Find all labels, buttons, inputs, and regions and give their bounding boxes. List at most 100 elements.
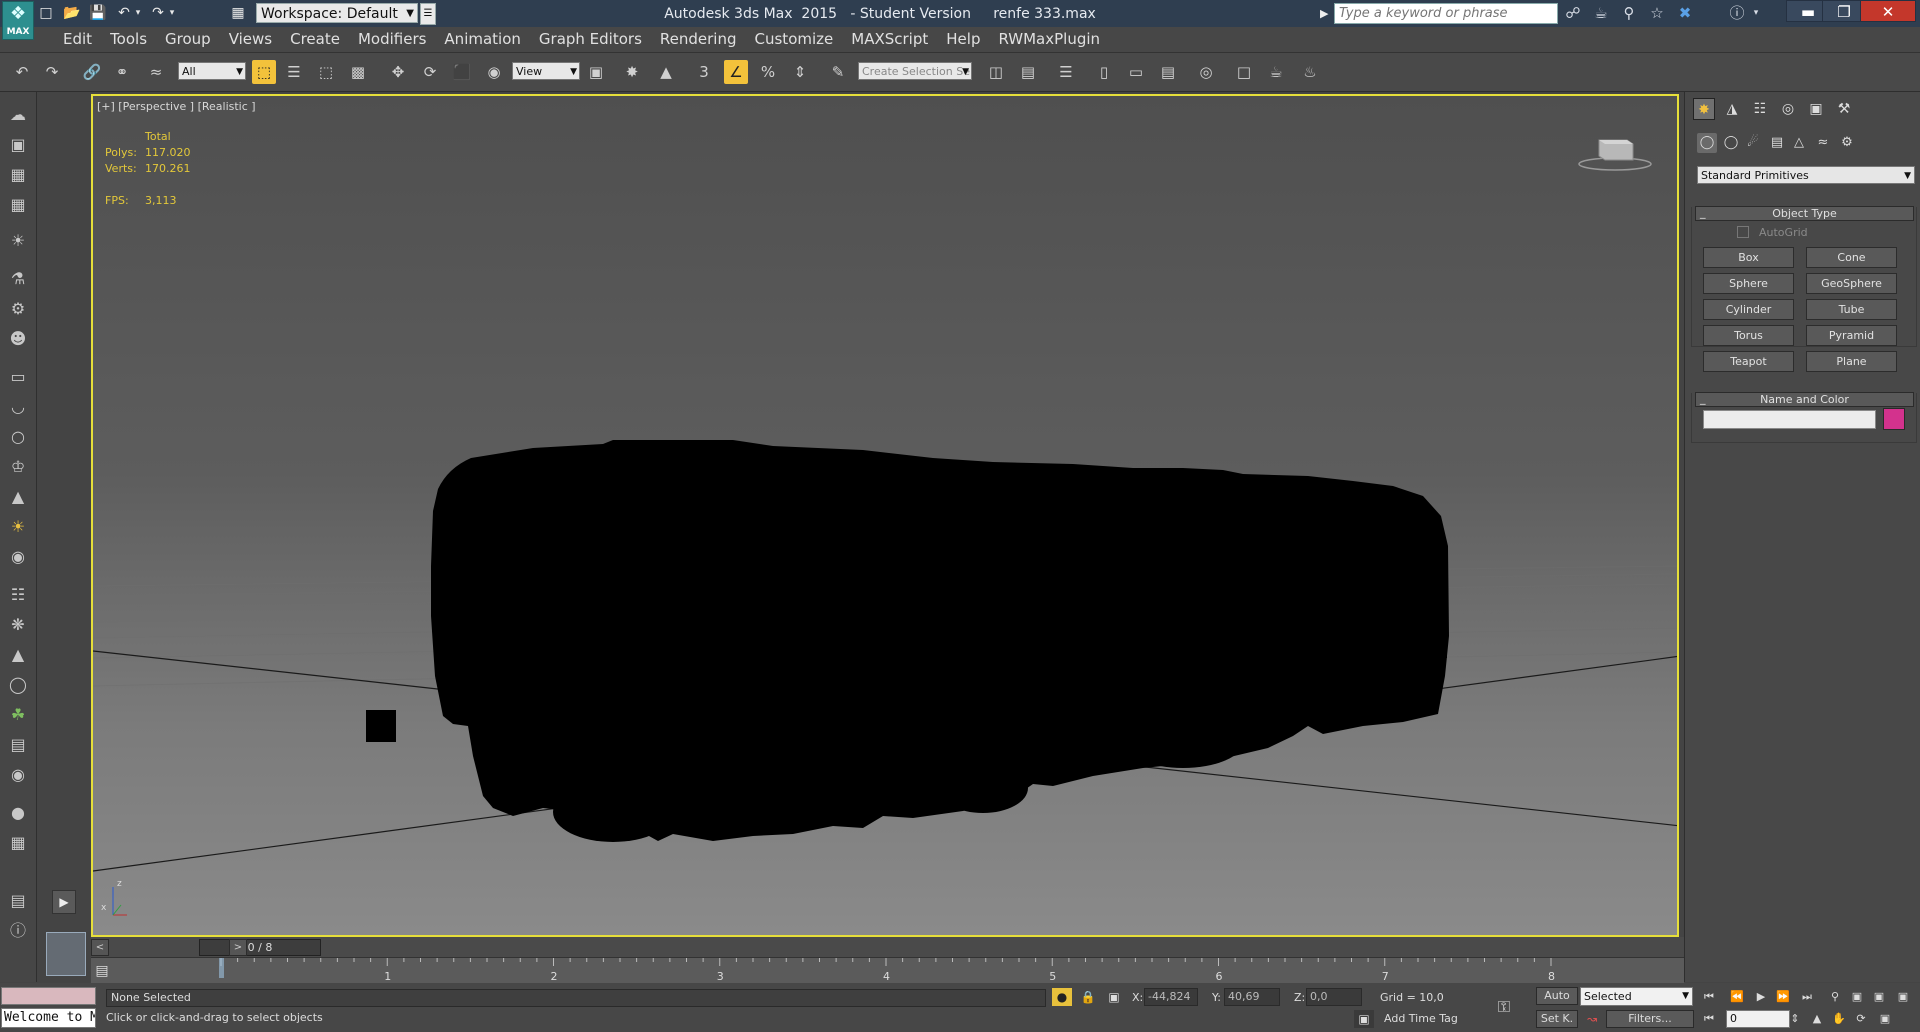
- keyboard-shortcut-override-icon[interactable]: ▲: [654, 60, 678, 84]
- menu-group[interactable]: Group: [156, 27, 220, 52]
- help-icon[interactable]: ⓘ: [1726, 3, 1748, 24]
- cylinder-button[interactable]: Cylinder: [1703, 299, 1794, 320]
- menu-views[interactable]: Views: [220, 27, 281, 52]
- name-color-rollout-header[interactable]: _ Name and Color: [1695, 392, 1914, 407]
- select-and-link-icon[interactable]: 🔗: [80, 60, 104, 84]
- fence-icon[interactable]: ☷: [5, 582, 31, 608]
- set-key-button[interactable]: Set K.: [1536, 1010, 1578, 1028]
- menu-edit[interactable]: Edit: [54, 27, 101, 52]
- selection-lock-icon[interactable]: 🔒: [1078, 988, 1098, 1006]
- current-frame-field[interactable]: 0: [1726, 1010, 1790, 1028]
- viewport-label-menu[interactable]: [+] [Perspective ] [Realistic ]: [97, 100, 256, 113]
- sphere-icon[interactable]: ○: [5, 424, 31, 450]
- space-warps-icon[interactable]: ≈: [1813, 133, 1833, 153]
- toggle-ribbon-icon[interactable]: ▯: [1092, 60, 1116, 84]
- object-color-swatch[interactable]: [1883, 408, 1905, 430]
- systems-icon[interactable]: ⚙: [1837, 133, 1857, 153]
- menu-graph-editors[interactable]: Graph Editors: [530, 27, 651, 52]
- search-input[interactable]: [1334, 3, 1558, 24]
- key-mode-icon[interactable]: ⏮: [1700, 1010, 1718, 1028]
- maxscript-listener-input[interactable]: Welcome to MAXScript.: [1, 1008, 96, 1028]
- orbit-icon[interactable]: ⟳: [1852, 1010, 1870, 1028]
- redo-dropdown-icon[interactable]: ▾: [166, 4, 178, 22]
- lights-icon[interactable]: ☄: [1743, 133, 1763, 153]
- plane-button[interactable]: Plane: [1806, 351, 1897, 372]
- utilities-tab-icon[interactable]: ⚒: [1833, 98, 1855, 120]
- redo-icon[interactable]: ↷: [40, 60, 64, 84]
- redo-icon[interactable]: ↷: [148, 4, 168, 22]
- mirror-icon[interactable]: ◫: [984, 60, 1008, 84]
- time-slider-thumb[interactable]: 0 / 8: [199, 939, 321, 956]
- box-button[interactable]: Box: [1703, 247, 1794, 268]
- sphere-button[interactable]: Sphere: [1703, 273, 1794, 294]
- viewcube-icon[interactable]: [1577, 132, 1653, 172]
- calculator-icon[interactable]: ▦: [5, 162, 31, 188]
- field-of-view-icon[interactable]: ▲: [1808, 1010, 1826, 1028]
- geometry-icon[interactable]: ◯: [1697, 133, 1717, 153]
- maxscript-listener-output[interactable]: [1, 987, 96, 1005]
- undo-icon[interactable]: ↶: [114, 4, 134, 22]
- save-file-icon[interactable]: 💾: [88, 4, 108, 22]
- autodesk-exchange-icon[interactable]: ✖: [1674, 3, 1696, 24]
- workspace-select[interactable]: Workspace: Default ▼: [256, 3, 418, 23]
- next-frame-icon[interactable]: >: [229, 939, 247, 956]
- zoom-all-icon[interactable]: ▣: [1848, 988, 1866, 1006]
- teapot-button[interactable]: Teapot: [1703, 351, 1794, 372]
- sun-icon[interactable]: ☀: [5, 514, 31, 540]
- cameras-icon[interactable]: ▤: [1767, 133, 1787, 153]
- key-filters-button[interactable]: Filters...: [1606, 1010, 1694, 1028]
- time-slider[interactable]: < 0 / 8 >: [91, 937, 1684, 957]
- maximize-viewport-icon[interactable]: ▣: [1876, 1010, 1894, 1028]
- add-time-tag-button[interactable]: Add Time Tag: [1384, 1012, 1458, 1025]
- menu-rendering[interactable]: Rendering: [651, 27, 746, 52]
- bind-to-space-warp-icon[interactable]: ≈: [144, 60, 168, 84]
- light-icon[interactable]: ☀: [5, 228, 31, 254]
- key-filter-select[interactable]: Selected ▼: [1580, 987, 1693, 1006]
- autogrid-checkbox[interactable]: AutoGrid: [1737, 226, 1808, 239]
- foliage-icon[interactable]: ☘: [5, 702, 31, 728]
- play-flyout-button[interactable]: ▶: [52, 890, 76, 914]
- open-file-icon[interactable]: 📂: [62, 4, 82, 22]
- reference-coordinate-select[interactable]: View ▼: [512, 62, 580, 80]
- go-to-end-icon[interactable]: ⏭: [1798, 988, 1816, 1006]
- rectangular-selection-icon[interactable]: ⬚: [314, 60, 338, 84]
- helpers-icon[interactable]: △: [1789, 133, 1809, 153]
- close-button[interactable]: ✕: [1860, 0, 1916, 22]
- go-to-start-icon[interactable]: ⏮: [1700, 988, 1718, 1006]
- z-coord-field[interactable]: 0,0: [1306, 988, 1362, 1006]
- help-icon[interactable]: ⓘ: [5, 918, 31, 944]
- next-key-icon[interactable]: ⏩: [1774, 988, 1792, 1006]
- new-file-icon[interactable]: □: [36, 4, 56, 22]
- skin-icon[interactable]: ⚙: [5, 296, 31, 322]
- menu-animation[interactable]: Animation: [435, 27, 529, 52]
- search-expand-icon[interactable]: ▶: [1320, 4, 1332, 24]
- auto-key-button[interactable]: Auto: [1536, 987, 1578, 1005]
- time-tag-icon[interactable]: ▣: [1354, 1010, 1374, 1028]
- particles-icon[interactable]: ❋: [5, 612, 31, 638]
- sphere-gizmo-icon[interactable]: ◉: [5, 762, 31, 788]
- torus-button[interactable]: Torus: [1703, 325, 1794, 346]
- zoom-icon[interactable]: ⚲: [1826, 988, 1844, 1006]
- material-editor-icon[interactable]: ◎: [1194, 60, 1218, 84]
- display-tab-icon[interactable]: ▣: [1805, 98, 1827, 120]
- track-bar[interactable]: ▤ 12345678: [91, 957, 1684, 985]
- play-icon[interactable]: ▶: [1752, 988, 1770, 1006]
- align-icon[interactable]: ▤: [1016, 60, 1040, 84]
- y-coord-field[interactable]: 40,69: [1224, 988, 1280, 1006]
- hierarchy-tab-icon[interactable]: ☷: [1749, 98, 1771, 120]
- shapes-icon[interactable]: ◯: [1721, 133, 1741, 153]
- absolute-mode-icon[interactable]: ▣: [1104, 988, 1124, 1006]
- unlink-icon[interactable]: ⚭: [110, 60, 134, 84]
- window-crossing-icon[interactable]: ▩: [346, 60, 370, 84]
- box-shape-icon[interactable]: ▭: [5, 364, 31, 390]
- dome-icon[interactable]: ◡: [5, 394, 31, 420]
- previous-frame-icon[interactable]: <: [91, 939, 109, 956]
- render-icon[interactable]: ▣: [5, 132, 31, 158]
- favorites-star-icon[interactable]: ☆: [1646, 3, 1668, 24]
- snaps-toggle-icon[interactable]: 3: [692, 60, 716, 84]
- communication-center-icon[interactable]: ⚲: [1618, 3, 1640, 24]
- default-tangents-icon[interactable]: ↝: [1582, 1010, 1602, 1028]
- named-selection-select[interactable]: Create Selection Se ▼: [858, 62, 972, 80]
- zoom-extents-icon[interactable]: ▣: [1870, 988, 1888, 1006]
- cone-icon[interactable]: ▲: [5, 484, 31, 510]
